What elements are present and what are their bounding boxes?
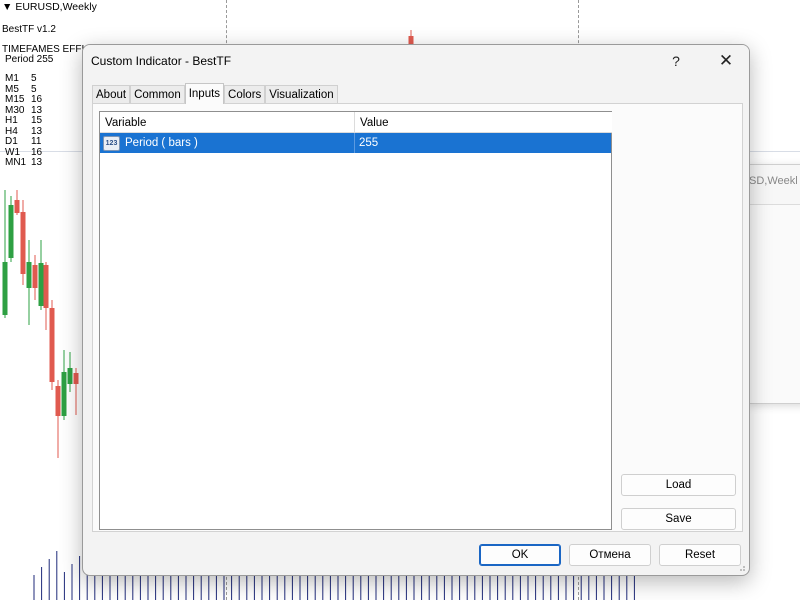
inputs-panel: Variable Value 123 Period ( bars ) 255 L… [92,103,743,532]
candle-body [2,262,8,315]
chart-symbol-label: ▼ EURUSD,Weekly [2,2,97,13]
table-row[interactable]: 123 Period ( bars ) 255 [100,133,611,153]
candle-body [32,265,38,288]
triangle-down-icon: ▼ [2,1,13,13]
value-cell[interactable]: 255 [355,133,378,153]
candle-body [55,386,61,416]
candle-body [408,36,414,44]
dialog-titlebar[interactable]: Custom Indicator - BestTF ? ✕ [83,45,749,77]
timeframe-row: D1 11 [5,136,42,147]
background-window[interactable]: SD,Weekl [748,164,800,404]
indicator-name: BestTF v1.2 [2,24,56,35]
tab-inputs[interactable]: Inputs [184,83,225,104]
close-button[interactable]: ✕ [703,45,749,77]
candle-body [43,265,49,308]
candle-body [67,368,73,384]
candle-body [73,373,79,384]
save-button[interactable]: Save [621,508,736,530]
variable-cell[interactable]: 123 Period ( bars ) [100,133,355,153]
period-label: Period 255 [5,54,54,65]
load-button[interactable]: Load [621,474,736,496]
candle-body [8,205,14,258]
resize-grip-icon[interactable] [736,562,746,572]
candle-body [38,263,44,306]
tab-visualization[interactable]: Visualization [265,85,338,104]
variable-name: Period ( bars ) [125,137,198,149]
dialog-title: Custom Indicator - BestTF [91,54,232,68]
candle-body [49,308,55,382]
inputs-table[interactable]: Variable Value 123 Period ( bars ) 255 [99,111,612,530]
candle-body [20,212,26,274]
tab-about[interactable]: About [92,85,131,104]
tab-colors[interactable]: Colors [224,85,266,104]
background-window-titlebar: SD,Weekl [749,165,800,205]
timeframe-row: MN1 13 [5,157,43,168]
timeframe-table: M1 5 M5 5 M15 16 M30 13 H1 15 H4 13 D1 11 W1 16 … [5,73,43,169]
cancel-button[interactable]: Отмена [569,544,651,566]
column-header-value[interactable]: Value [355,112,612,133]
candle-body [26,262,32,288]
timeframe-row: M15 16 [5,94,43,105]
tab-bar: About Common Inputs Colors Visualization [92,83,338,104]
symbol-text: EURUSD,Weekly [15,1,97,13]
timeframe-row: M1 5 [5,73,37,84]
column-header-variable[interactable]: Variable [100,112,355,133]
reset-button[interactable]: Reset [659,544,741,566]
integer-type-icon: 123 [103,135,120,151]
background-window-title: SD,Weekl [749,175,798,187]
table-header: Variable Value [100,112,612,133]
timeframe-row: H1 15 [5,115,43,126]
tab-common[interactable]: Common [130,85,185,104]
candle-body [61,372,67,416]
candle-body [14,200,20,213]
ok-button[interactable]: OK [479,544,561,566]
custom-indicator-dialog: Custom Indicator - BestTF ? ✕ About Comm… [82,44,750,576]
help-button[interactable]: ? [653,45,699,77]
